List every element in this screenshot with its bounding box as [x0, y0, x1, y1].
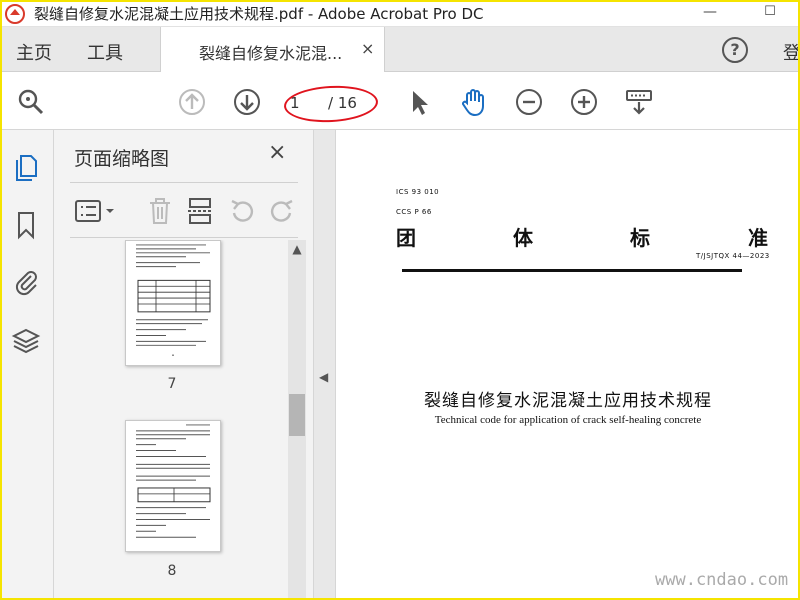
tab-close-button[interactable]: × [361, 39, 374, 58]
ics-code: ICS 93 010 [396, 188, 440, 196]
document-title-cn: 裂缝自修复水泥混凝土应用技术规程 [424, 391, 712, 411]
site-logo-icon [5, 4, 25, 24]
help-icon[interactable]: ? [722, 37, 748, 63]
layers-icon[interactable] [11, 326, 41, 356]
standard-char: 标 [630, 226, 650, 250]
rotate-right-icon[interactable] [266, 195, 298, 227]
pane-close-button[interactable]: × [268, 140, 286, 165]
search-icon[interactable] [16, 87, 46, 117]
page-thumbnails-icon[interactable] [11, 152, 41, 182]
thumbnails-pane: 页面缩略图 × 7 8 [54, 130, 314, 600]
standard-code: T/JSJTQX 44—2023 [696, 252, 770, 260]
thumbnail-toolbar [70, 182, 298, 238]
menu-home[interactable]: 主页 [16, 39, 52, 65]
standard-char: 准 [748, 226, 768, 250]
thumbnail-scrollbar[interactable]: ▲ [288, 240, 306, 600]
document-tab-label: 裂缝自修复水泥混... [199, 44, 343, 63]
thumbnail-label: 7 [167, 376, 177, 392]
page-down-icon[interactable] [232, 87, 262, 117]
document-page: ICS 93 010 CCS P 66 团 体 标 准 T/JSJTQX 44—… [336, 130, 800, 600]
ccs-code: CCS P 66 [396, 208, 432, 216]
menu-tab-bar: 主页 工具 裂缝自修复水泥混... × ? 登 [0, 27, 800, 72]
keyboard-icon[interactable] [624, 87, 654, 117]
bookmark-icon[interactable] [11, 210, 41, 240]
options-menu-icon[interactable] [72, 195, 118, 227]
thumbnail-page-7[interactable] [125, 240, 221, 366]
scroll-up-arrow-icon[interactable]: ▲ [288, 242, 306, 258]
title-bar: 裂缝自修复水泥混凝土应用技术规程.pdf - Adobe Acrobat Pro… [0, 0, 800, 27]
minimize-button[interactable]: — [695, 2, 725, 24]
hand-icon[interactable] [459, 87, 489, 117]
standard-char: 团 [396, 226, 416, 250]
navigation-rail [0, 130, 54, 600]
header-rule [402, 269, 742, 272]
login-button[interactable]: 登 [783, 39, 800, 65]
standard-char: 体 [513, 226, 533, 250]
pane-title: 页面缩略图 [74, 148, 170, 170]
thumbnail-list: 7 8 [70, 240, 290, 600]
rotate-left-icon[interactable] [226, 195, 258, 227]
main-toolbar: 1 / 16 [0, 72, 800, 130]
thumbnail-page-8[interactable] [125, 420, 221, 552]
delete-icon[interactable] [144, 195, 176, 227]
zoom-out-icon[interactable] [514, 87, 544, 117]
menu-tools[interactable]: 工具 [87, 39, 123, 65]
attachment-icon[interactable] [11, 266, 41, 296]
window-title: 裂缝自修复水泥混凝土应用技术规程.pdf - Adobe Acrobat Pro… [34, 5, 484, 23]
site-watermark: www.cndao.com [655, 570, 789, 590]
collapse-arrow-icon[interactable]: ◀ [319, 370, 328, 384]
document-tab[interactable]: 裂缝自修复水泥混... × [160, 27, 385, 72]
select-arrow-icon[interactable] [404, 87, 434, 117]
zoom-in-icon[interactable] [569, 87, 599, 117]
insert-page-icon[interactable] [184, 195, 216, 227]
thumbnail-label: 8 [167, 563, 177, 579]
pane-collapse-strip: ◀ [314, 130, 336, 600]
maximize-button[interactable]: ☐ [755, 2, 785, 24]
page-up-icon[interactable] [177, 87, 207, 117]
document-title-en: Technical code for application of crack … [434, 414, 702, 426]
scroll-thumb[interactable] [289, 394, 305, 436]
